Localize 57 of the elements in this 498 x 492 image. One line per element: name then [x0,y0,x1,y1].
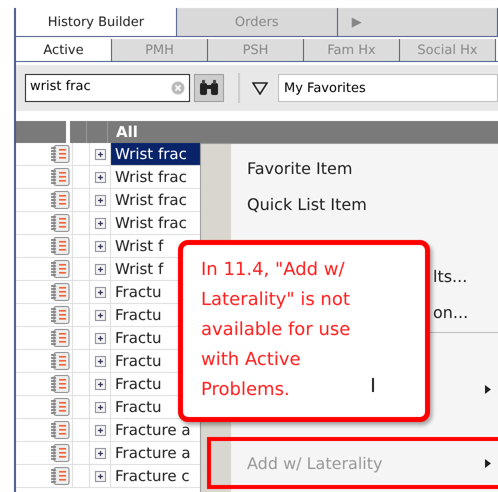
filter-dropdown[interactable]: My Favorites [278,74,498,102]
expand-icon[interactable] [94,402,106,412]
menu-item[interactable]: Favorite Item [231,150,498,186]
expand-icon[interactable] [94,218,106,228]
expand-icon[interactable] [94,448,106,458]
notebook-icon [50,329,70,347]
search-field[interactable]: wrist frac [25,74,190,102]
filter-icon[interactable] [252,82,268,94]
expand-icon[interactable] [94,424,106,436]
binoculars-icon [199,80,219,96]
text-cursor-icon [372,378,374,392]
expand-icon[interactable] [94,148,106,160]
notebook-icon [50,283,70,301]
table-row[interactable]: Fractu [111,373,166,395]
menu-item[interactable]: lts... [433,266,468,286]
notebook-icon [50,214,70,232]
table-row[interactable]: Wrist f [111,258,168,280]
table-row[interactable]: Fracture a [111,442,195,464]
table-row[interactable]: Wrist frac [111,212,191,234]
notebook-icon [50,375,70,393]
notebook-icon [50,398,70,416]
table-row[interactable]: Fracture a [111,419,195,441]
binoculars-button[interactable] [194,74,224,102]
table-row[interactable]: Fractu [111,327,166,349]
expand-icon[interactable] [94,194,106,206]
notebook-icon [50,168,70,186]
table-row[interactable]: Fracture c [111,465,194,487]
expand-icon[interactable] [94,264,106,274]
expand-icon[interactable] [94,286,106,298]
table-row[interactable]: Fractu [111,396,166,418]
column-header: All [115,122,138,143]
notebook-icon [50,467,70,485]
notebook-icon [50,237,70,255]
table-row[interactable]: Wrist f [111,235,168,257]
menu-item[interactable]: on... [433,302,468,322]
table-row[interactable]: Wrist frac [111,166,191,188]
table-row[interactable]: Wrist frac [111,189,191,211]
notebook-icon [50,260,70,278]
expand-icon[interactable] [94,378,106,390]
table-row[interactable]: Fractu [111,304,166,326]
notebook-icon [50,191,70,209]
notebook-icon [50,145,70,163]
table-row[interactable]: Fractu [111,281,166,303]
expand-icon[interactable] [94,240,106,252]
expand-icon[interactable] [94,356,106,366]
notebook-icon [50,352,70,370]
notebook-icon [50,444,70,462]
expand-icon[interactable] [94,310,106,320]
notebook-icon [50,421,70,439]
callout-text: In 11.4, "Add w/ Laterality" is not available for use with Active Problems. [201,258,352,402]
expand-icon[interactable] [94,470,106,482]
menu-item[interactable]: Quick List Item [231,186,498,222]
expand-icon[interactable] [94,172,106,182]
table-row[interactable]: Fractu [111,350,166,372]
notebook-icon [50,306,70,324]
expand-icon[interactable] [94,332,106,344]
submenu-arrow-icon [485,458,491,468]
